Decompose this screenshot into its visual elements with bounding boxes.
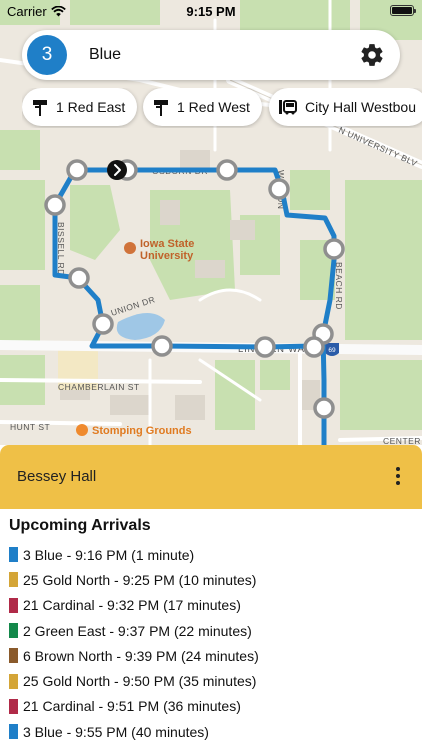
bus-stop-marker[interactable] xyxy=(303,336,325,358)
arrival-text: 3 Blue - 9:55 PM (40 minutes) xyxy=(23,723,209,740)
iowa-state-label: Iowa State University xyxy=(140,238,194,262)
chip-label: City Hall Westbou xyxy=(305,99,417,115)
more-options-icon[interactable] xyxy=(394,467,402,487)
arrival-text: 25 Gold North - 9:50 PM (35 minutes) xyxy=(23,673,257,690)
nearby-stops-chips: 1 Red East 1 Red West City Hall Westbou xyxy=(22,88,422,128)
bus-stop-sign-icon xyxy=(154,100,168,116)
route-color-swatch xyxy=(9,724,18,740)
arrival-text: 3 Blue - 9:16 PM (1 minute) xyxy=(23,546,195,563)
bus-stop-marker[interactable] xyxy=(151,335,173,357)
stomping-grounds-place[interactable]: Stomping Grounds xyxy=(76,424,192,437)
bus-icon xyxy=(279,100,297,115)
bus-stop-marker[interactable] xyxy=(323,238,345,260)
arrivals-title: Upcoming Arrivals xyxy=(9,517,151,534)
battery-icon xyxy=(390,5,416,16)
clock: 9:15 PM xyxy=(186,4,236,19)
arrival-text: 21 Cardinal - 9:51 PM (36 minutes) xyxy=(23,698,241,715)
stomping-grounds-label: Stomping Grounds xyxy=(92,425,192,437)
chamberlain-st-label: CHAMBERLAIN ST xyxy=(58,382,140,392)
status-bar: Carrier 9:15 PM xyxy=(0,0,422,22)
route-color-swatch xyxy=(9,673,18,689)
arrival-item[interactable]: 3 Blue - 9:55 PM (40 minutes) xyxy=(9,719,259,744)
chip-1-red-east[interactable]: 1 Red East xyxy=(22,88,138,126)
arrival-item[interactable]: 6 Brown North - 9:39 PM (24 minutes) xyxy=(9,643,259,668)
arrival-item[interactable]: 25 Gold North - 9:50 PM (35 minutes) xyxy=(9,668,259,693)
bus-stop-sign-icon xyxy=(33,100,47,116)
cafe-place-icon xyxy=(76,424,88,436)
arrival-item[interactable]: 21 Cardinal - 9:32 PM (17 minutes) xyxy=(9,593,259,618)
route-color-swatch xyxy=(9,597,18,613)
svg-text:69: 69 xyxy=(328,347,336,354)
arrival-item[interactable]: 2 Green East - 9:37 PM (22 minutes) xyxy=(9,618,259,643)
bus-stop-marker[interactable] xyxy=(44,194,66,216)
gear-icon[interactable] xyxy=(359,42,385,68)
route-color-swatch xyxy=(9,698,18,714)
bus-stop-marker[interactable] xyxy=(313,397,335,419)
route-color-swatch xyxy=(9,572,18,588)
selected-stop-header[interactable]: Bessey Hall xyxy=(0,445,422,509)
stop-name: Bessey Hall xyxy=(17,468,97,485)
arrival-item[interactable]: 25 Gold North - 9:25 PM (10 minutes) xyxy=(9,567,259,592)
chip-label: 1 Red East xyxy=(56,99,126,115)
arrival-text: 2 Green East - 9:37 PM (22 minutes) xyxy=(23,622,252,639)
chip-city-hall-westbound[interactable]: City Hall Westbou xyxy=(269,88,422,126)
arrival-text: 6 Brown North - 9:39 PM (24 minutes) xyxy=(23,647,259,664)
chip-label: 1 Red West xyxy=(177,99,250,115)
hunt-st-label: HUNT ST xyxy=(10,422,50,432)
arrival-text: 21 Cardinal - 9:32 PM (17 minutes) xyxy=(23,597,241,614)
upcoming-arrivals-panel: Upcoming Arrivals 3 Blue - 9:16 PM (1 mi… xyxy=(0,509,422,750)
arrival-text: 25 Gold North - 9:25 PM (10 minutes) xyxy=(23,571,257,588)
center-rd-label: CENTER R xyxy=(383,436,422,445)
highway-shield: 69 xyxy=(325,343,339,356)
route-name[interactable]: Blue xyxy=(89,46,121,64)
bus-stop-marker[interactable] xyxy=(92,313,114,335)
route-color-swatch xyxy=(9,648,18,664)
university-place-icon xyxy=(124,242,136,254)
route-number-badge[interactable]: 3 xyxy=(27,35,67,75)
arrivals-list: 3 Blue - 9:16 PM (1 minute) 25 Gold Nort… xyxy=(9,542,259,744)
chip-1-red-west[interactable]: 1 Red West xyxy=(143,88,262,126)
route-color-swatch xyxy=(9,547,18,563)
bus-stop-marker[interactable] xyxy=(254,336,276,358)
bus-vehicle-marker[interactable] xyxy=(107,160,127,180)
route-selector-bar[interactable]: 3 Blue xyxy=(22,30,400,80)
arrival-item[interactable]: 3 Blue - 9:16 PM (1 minute) xyxy=(9,542,259,567)
bus-stop-marker[interactable] xyxy=(68,267,90,289)
arrival-item[interactable]: 21 Cardinal - 9:51 PM (36 minutes) xyxy=(9,694,259,719)
bus-stop-marker[interactable] xyxy=(66,159,88,181)
bus-stop-marker[interactable] xyxy=(268,178,290,200)
bus-stop-marker[interactable] xyxy=(216,159,238,181)
route-color-swatch xyxy=(9,623,18,639)
